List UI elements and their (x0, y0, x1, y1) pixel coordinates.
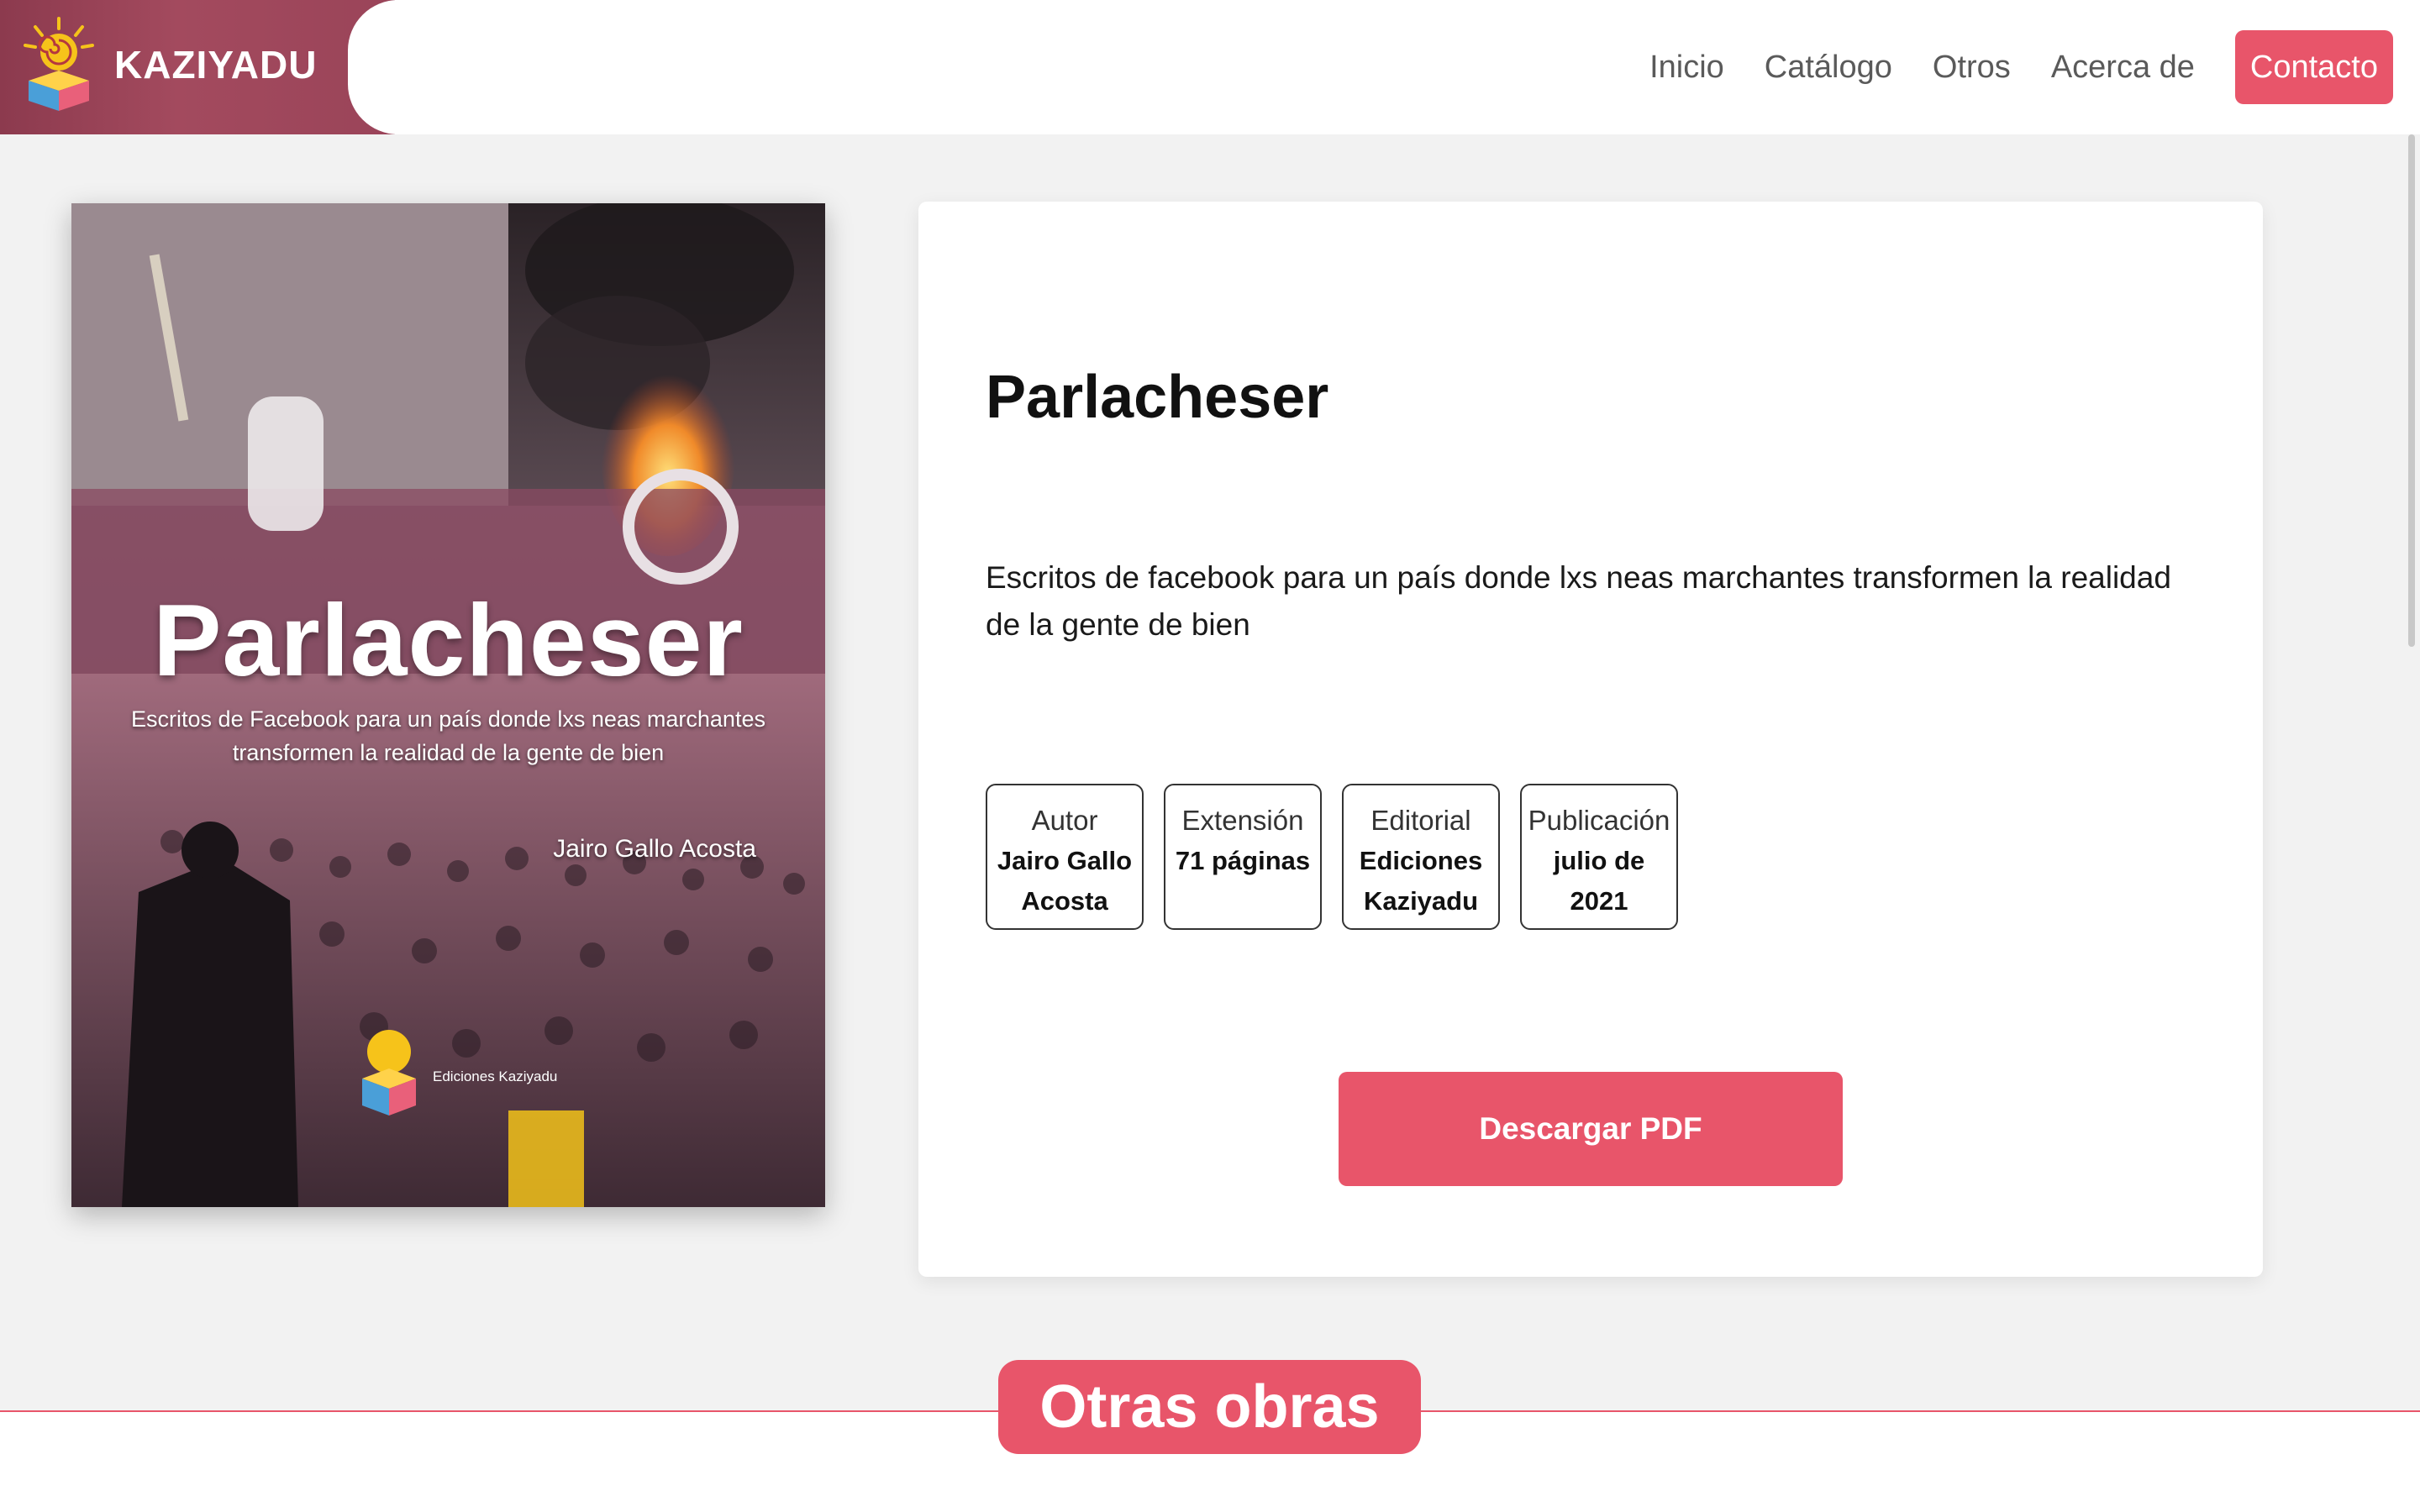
nav-acerca-de[interactable]: Acerca de (2051, 50, 2195, 86)
meta-publisher: Editorial Ediciones Kaziyadu (1342, 784, 1500, 930)
meta-length: Extensión 71 páginas (1164, 784, 1322, 930)
meta-value: Ediciones Kaziyadu (1359, 846, 1483, 916)
cover-title: Parlacheser (153, 583, 744, 697)
meta-value: julio de 2021 (1553, 846, 1645, 916)
site-header: KAZIYADU Inicio Catálogo Otros Acerca de… (0, 0, 2420, 134)
meta-label: Autor (1031, 805, 1098, 836)
cover-author: Jairo Gallo Acosta (553, 835, 756, 863)
header-curve-divider (348, 0, 395, 134)
meta-label: Editorial (1370, 805, 1471, 836)
kaziyadu-logo-icon (24, 17, 94, 111)
meta-label: Publicación (1528, 805, 1670, 836)
nav-catalogo[interactable]: Catálogo (1765, 50, 1892, 86)
book-cover-image: Parlacheser Escritos de Facebook para un… (71, 203, 825, 1207)
book-description: Escritos de facebook para un país donde … (986, 560, 2171, 642)
other-works-heading: Otras obras (998, 1360, 1421, 1454)
nav-otros[interactable]: Otros (1933, 50, 2011, 86)
main-nav: Inicio Catálogo Otros Acerca de Contacto (1609, 30, 2393, 104)
meta-author: Autor Jairo Gallo Acosta (986, 784, 1144, 930)
meta-value: 71 páginas (1175, 846, 1311, 875)
page-scrollbar[interactable] (2408, 134, 2415, 647)
brand-name[interactable]: KAZIYADU (114, 42, 317, 87)
book-title: Parlacheser (986, 364, 1329, 431)
cover-subtitle: Escritos de Facebook para un país donde … (131, 706, 765, 765)
book-details-card: Parlacheser Escritos de facebook para un… (918, 202, 2263, 1277)
meta-publication-date: Publicación julio de 2021 (1520, 784, 1678, 930)
nav-contacto-button[interactable]: Contacto (2234, 30, 2393, 104)
cover-publisher: Ediciones Kaziyadu (433, 1068, 558, 1084)
meta-value: Jairo Gallo Acosta (997, 846, 1133, 916)
book-meta-list: Autor Jairo Gallo Acosta Extensión 71 pá… (986, 784, 1698, 930)
meta-label: Extensión (1181, 805, 1304, 836)
nav-inicio[interactable]: Inicio (1649, 50, 1724, 86)
download-pdf-button[interactable]: Descargar PDF (1339, 1072, 1843, 1186)
brand-area[interactable]: KAZIYADU (0, 0, 395, 134)
